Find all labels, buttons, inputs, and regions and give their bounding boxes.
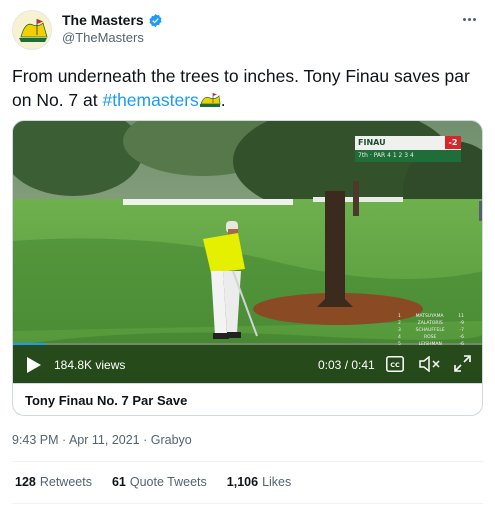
scorebug-score: -2 [445,136,461,149]
likes-count: 1,106 [226,475,259,489]
scorebug-hole-info: 7th · PAR 4 1 2 3 4 [355,150,461,162]
play-icon[interactable] [27,357,41,373]
video-progress-bar[interactable] [13,343,482,345]
likes-stat[interactable]: 1,106 Likes [227,475,291,489]
divider [12,503,483,504]
tweet-stats: 128 Retweets 61 Quote Tweets 1,106 Likes [15,475,291,489]
tweet-timestamp[interactable]: 9:43 PM · Apr 11, 2021 · Grabyo [12,433,192,447]
leaderboard-name: MATSUYAMA [415,314,444,319]
leaderboard-pos: 4 [398,335,401,340]
leaderboard-score: -9 [459,321,464,326]
scorebug-overlay: FINAU -2 7th · PAR 4 1 2 3 4 [355,136,461,162]
leaderboard-row: 4 ROSE -6 [398,334,464,341]
tweet-text-body: From underneath the trees to inches. Ton… [12,66,470,110]
leaderboard-pos: 3 [398,328,401,333]
mute-icon[interactable] [419,356,441,372]
scorebug-player: FINAU [358,138,386,147]
closed-captions-icon[interactable]: CC [386,356,404,372]
video-player[interactable]: FINAU -2 7th · PAR 4 1 2 3 4 1 MATSUYAMA 1… [13,121,482,383]
author-handle[interactable]: @TheMasters [62,30,144,45]
leaderboard-name: ROSE [424,335,437,340]
verified-badge-icon [149,13,162,27]
quote-tweets-count: 61 [111,475,126,489]
view-count: 184.8K views [54,358,126,372]
video-progress-fill [13,343,46,345]
leaderboard-score: -6 [459,335,465,340]
quote-tweets-stat[interactable]: 61 Quote Tweets [112,475,207,489]
video-title[interactable]: Tony Finau No. 7 Par Save [13,383,482,415]
leaderboard-score: 11 [458,314,464,319]
author-row: The Masters [62,12,163,28]
video-controls: 184.8K views 0:03 / 0:41 CC [13,343,482,383]
tweet-card: The Masters @TheMasters From underneath … [0,0,495,505]
video-time: 0:03 / 0:41 [318,358,375,372]
likes-label: Likes [262,475,292,489]
retweets-stat[interactable]: 128 Retweets [15,475,92,489]
leaderboard-name: SCHAUFFELE [415,328,445,333]
author-name[interactable]: The Masters [62,12,144,28]
tweet-text: From underneath the trees to inches. Ton… [12,64,482,112]
cc-label: CC [390,361,400,369]
hashtag-link[interactable]: #themasters [102,90,198,110]
leaderboard-pos: 2 [398,321,401,326]
masters-hashflag-icon [199,93,221,107]
video-card[interactable]: FINAU -2 7th · PAR 4 1 2 3 4 1 MATSUYAMA 1… [12,120,483,416]
leaderboard-name: ZALATORIS [417,321,443,326]
tweet-text-end: . [220,90,226,110]
leaderboard-score: -7 [459,328,465,333]
retweets-count: 128 [15,475,36,489]
leaderboard-row: 2 ZALATORIS -9 [398,320,464,327]
retweets-label: Retweets [39,475,92,489]
divider [12,461,483,462]
avatar[interactable] [12,10,52,50]
fullscreen-icon[interactable] [454,355,471,372]
masters-logo-icon [13,11,51,49]
more-options-icon[interactable] [457,10,481,28]
leaderboard-pos: 1 [398,314,401,319]
leaderboard-row: 3 SCHAUFFELE -7 [398,327,464,334]
quote-tweets-label: Quote Tweets [129,475,207,489]
leaderboard-row: 1 MATSUYAMA 11 [398,313,464,320]
